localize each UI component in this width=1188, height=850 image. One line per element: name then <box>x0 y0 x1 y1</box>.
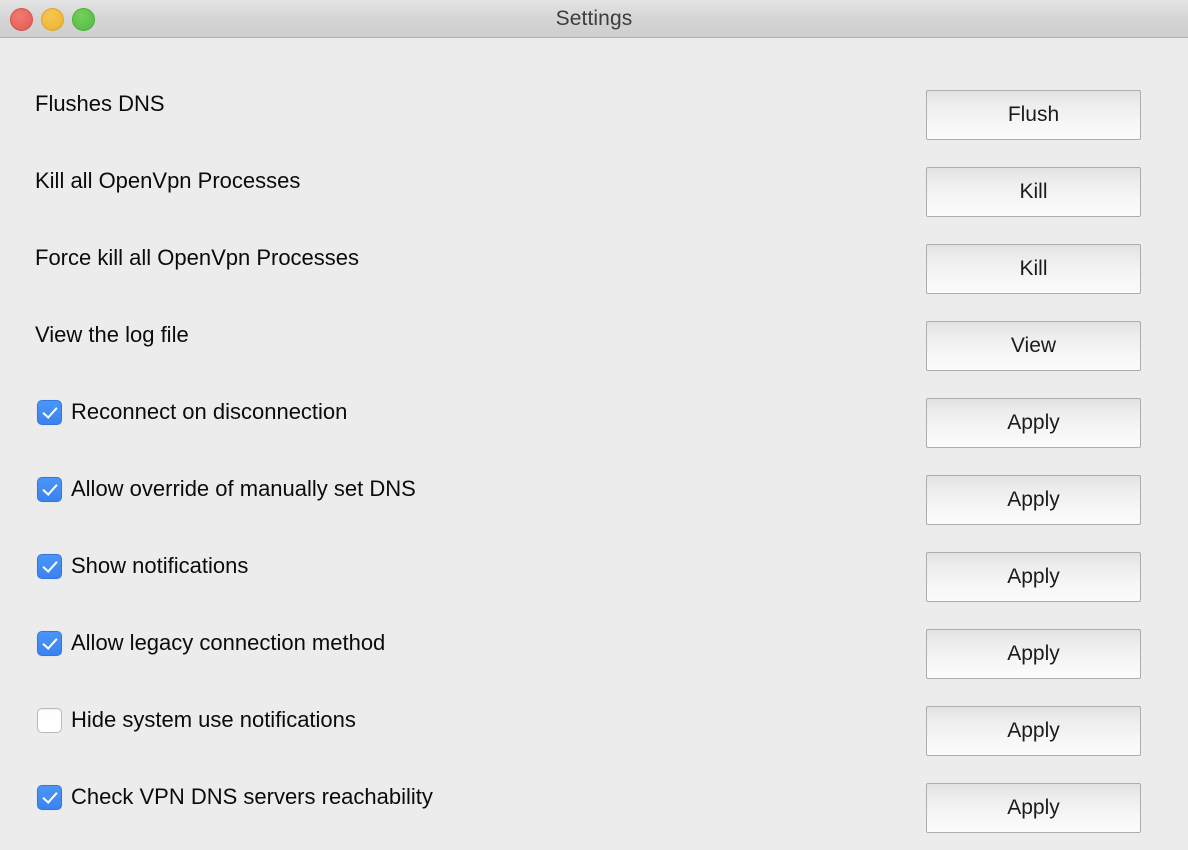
apply-allow-override-dns-button[interactable]: Apply <box>926 475 1141 525</box>
checkbox-hide-system-use-notifications[interactable]: Hide system use notifications <box>37 703 356 737</box>
kill-openvpn-button[interactable]: Kill <box>926 167 1141 217</box>
checkmark-icon[interactable] <box>37 554 62 579</box>
checkbox-allow-legacy-connection-method[interactable]: Allow legacy connection method <box>37 626 385 660</box>
settings-content: Flushes DNS Flush Kill all OpenVpn Process… <box>0 39 1188 850</box>
window-title: Settings <box>0 0 1188 37</box>
title-bar: Settings <box>0 0 1188 38</box>
force-kill-openvpn-button[interactable]: Kill <box>926 244 1141 294</box>
empty-checkbox-icon[interactable] <box>37 708 62 733</box>
allow-override-of-manually-set-dns-label: Allow override of manually set DNS <box>71 476 416 502</box>
checkbox-allow-override-of-manually-set-dns[interactable]: Allow override of manually set DNS <box>37 472 416 506</box>
settings-window: Settings Flushes DNS Flush Kill all OpenVp… <box>0 0 1188 850</box>
checkmark-icon[interactable] <box>37 477 62 502</box>
allow-legacy-connection-method-label: Allow legacy connection method <box>71 630 385 656</box>
apply-allow-legacy-connection-method-button[interactable]: Apply <box>926 629 1141 679</box>
kill-all-openvpn-processes-label: Kill all OpenVpn Processes <box>35 164 300 198</box>
hide-system-use-notifications-label: Hide system use notifications <box>71 707 356 733</box>
show-notifications-label: Show notifications <box>71 553 248 579</box>
apply-show-notifications-button[interactable]: Apply <box>926 552 1141 602</box>
flush-dns-button[interactable]: Flush <box>926 90 1141 140</box>
apply-check-vpn-dns-servers-reachability-button[interactable]: Apply <box>926 783 1141 833</box>
checkmark-icon[interactable] <box>37 631 62 656</box>
apply-hide-system-use-notifications-button[interactable]: Apply <box>926 706 1141 756</box>
checkmark-icon[interactable] <box>37 400 62 425</box>
force-kill-all-openvpn-processes-label: Force kill all OpenVpn Processes <box>35 241 359 275</box>
checkbox-reconnect-on-disconnection[interactable]: Reconnect on disconnection <box>37 395 347 429</box>
checkmark-icon[interactable] <box>37 785 62 810</box>
view-log-file-button[interactable]: View <box>926 321 1141 371</box>
checkbox-check-vpn-dns-servers-reachability[interactable]: Check VPN DNS servers reachability <box>37 780 433 814</box>
checkbox-show-notifications[interactable]: Show notifications <box>37 549 248 583</box>
check-vpn-dns-servers-reachability-label: Check VPN DNS servers reachability <box>71 784 433 810</box>
apply-reconnect-on-disconnection-button[interactable]: Apply <box>926 398 1141 448</box>
reconnect-on-disconnection-label: Reconnect on disconnection <box>71 399 347 425</box>
flushes-dns-label: Flushes DNS <box>35 87 165 121</box>
view-the-log-file-label: View the log file <box>35 318 189 352</box>
